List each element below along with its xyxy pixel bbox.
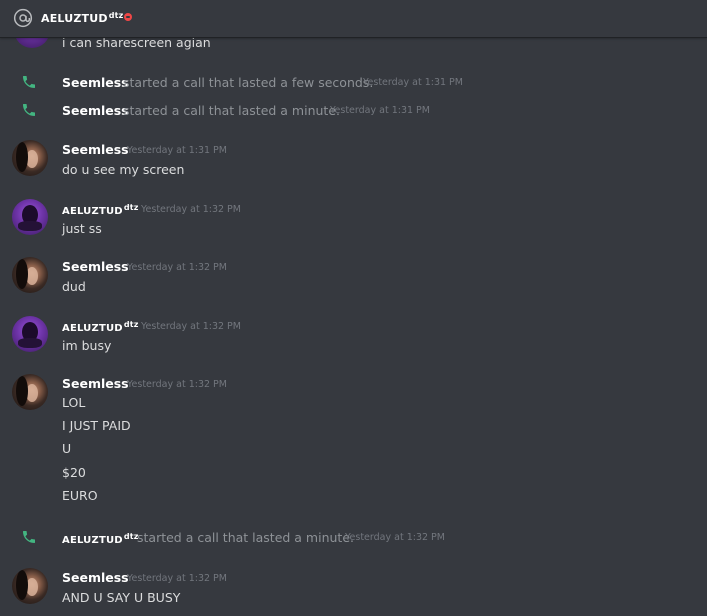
message-text: I JUST PAID xyxy=(62,418,131,433)
message-author[interactable]: AELUZTUDdtz xyxy=(62,320,139,334)
avatar[interactable] xyxy=(12,140,48,176)
call-text: started a call that lasted a few seconds… xyxy=(123,75,374,90)
chat-window: AELUZTUDdtz i can sharescreen agian Seem… xyxy=(0,0,707,616)
avatar[interactable] xyxy=(12,316,48,352)
timestamp: Yesterday at 1:31 PM xyxy=(330,105,430,116)
call-author[interactable]: AELUZTUDdtz xyxy=(62,532,139,546)
phone-icon xyxy=(23,531,35,543)
message-text: EURO xyxy=(62,488,98,503)
dm-recipient-name[interactable]: AELUZTUDdtz xyxy=(41,11,124,25)
message-text: AND U SAY U BUSY xyxy=(62,590,181,605)
call-message: AELUZTUDdtz started a call that lasted a… xyxy=(0,526,707,548)
at-icon xyxy=(13,8,33,28)
message-group: Seemless Yesterday at 1:31 PM do u see m… xyxy=(0,140,707,184)
message-author[interactable]: Seemless xyxy=(62,259,129,274)
avatar[interactable] xyxy=(12,257,48,293)
call-message: Seemless started a call that lasted a mi… xyxy=(0,99,707,121)
timestamp: Yesterday at 1:32 PM xyxy=(141,321,241,332)
timestamp: Yesterday at 1:31 PM xyxy=(363,77,463,88)
message-group: Seemless Yesterday at 1:32 PM AND U SAY … xyxy=(0,568,707,612)
timestamp: Yesterday at 1:32 PM xyxy=(127,573,227,584)
timestamp: Yesterday at 1:32 PM xyxy=(127,262,227,273)
avatar[interactable] xyxy=(12,374,48,410)
message-text: LOL xyxy=(62,395,86,410)
message-group: Seemless Yesterday at 1:32 PM dud xyxy=(0,257,707,301)
call-text: started a call that lasted a minute. xyxy=(123,103,340,118)
timestamp: Yesterday at 1:32 PM xyxy=(345,532,445,543)
message-text: dud xyxy=(62,279,86,294)
phone-icon xyxy=(23,104,35,116)
message-author[interactable]: AELUZTUDdtz xyxy=(62,203,139,217)
call-message: Seemless started a call that lasted a fe… xyxy=(0,71,707,93)
call-author[interactable]: Seemless xyxy=(62,103,129,118)
message-text: just ss xyxy=(62,221,102,236)
message-group: AELUZTUDdtz Yesterday at 1:32 PM im busy xyxy=(0,316,707,360)
timestamp: Yesterday at 1:32 PM xyxy=(141,204,241,215)
call-text: started a call that lasted a minute. xyxy=(137,530,354,545)
message-text: do u see my screen xyxy=(62,162,185,177)
message-author[interactable]: Seemless xyxy=(62,142,129,157)
dnd-status-icon xyxy=(124,13,132,21)
call-author[interactable]: Seemless xyxy=(62,75,129,90)
message-text: U xyxy=(62,441,72,456)
timestamp: Yesterday at 1:32 PM xyxy=(127,379,227,390)
message-text: $20 xyxy=(62,465,86,480)
message-group: Seemless Yesterday at 1:32 PM LOL I JUST… xyxy=(0,374,707,514)
phone-icon xyxy=(23,76,35,88)
channel-header: AELUZTUDdtz xyxy=(0,0,707,38)
message-author[interactable]: Seemless xyxy=(62,376,129,391)
message-group: AELUZTUDdtz Yesterday at 1:32 PM just ss xyxy=(0,199,707,243)
message-text: im busy xyxy=(62,338,112,353)
timestamp: Yesterday at 1:31 PM xyxy=(127,145,227,156)
avatar[interactable] xyxy=(12,199,48,235)
message-author[interactable]: Seemless xyxy=(62,570,129,585)
avatar[interactable] xyxy=(12,568,48,604)
